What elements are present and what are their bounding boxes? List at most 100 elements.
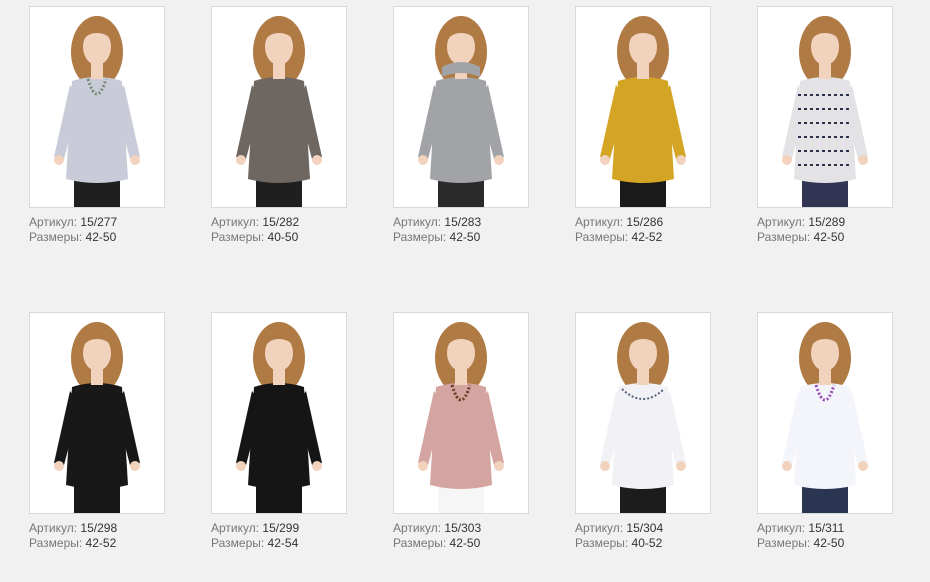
article-line: Артикул: 15/277: [29, 215, 165, 230]
article-label: Артикул:: [29, 521, 78, 535]
sizes-label: Размеры:: [393, 536, 447, 550]
article-label: Артикул:: [393, 215, 442, 229]
sizes-line: Размеры: 42-54: [211, 536, 347, 551]
article-label: Артикул:: [393, 521, 442, 535]
article-label: Артикул:: [757, 521, 806, 535]
article-value: 15/311: [808, 521, 845, 535]
sizes-value: 42-52: [85, 536, 117, 550]
article-line: Артикул: 15/299: [211, 521, 347, 536]
article-line: Артикул: 15/286: [575, 215, 711, 230]
product-card[interactable]: Артикул: 15/303 Размеры: 42-50: [393, 312, 529, 551]
product-photo[interactable]: [29, 312, 165, 514]
sizes-value: 42-50: [813, 536, 845, 550]
sizes-line: Размеры: 42-52: [29, 536, 165, 551]
product-card[interactable]: Артикул: 15/289 Размеры: 42-50: [757, 6, 893, 245]
sizes-value: 42-54: [267, 536, 299, 550]
sizes-line: Размеры: 40-52: [575, 536, 711, 551]
sizes-line: Размеры: 42-50: [757, 230, 893, 245]
sizes-value: 42-50: [449, 230, 481, 244]
product-info: Артикул: 15/286 Размеры: 42-52: [575, 215, 711, 245]
article-label: Артикул:: [757, 215, 806, 229]
product-photo[interactable]: [575, 6, 711, 208]
product-photo[interactable]: [211, 6, 347, 208]
article-value: 15/299: [262, 521, 300, 535]
sizes-label: Размеры:: [211, 230, 265, 244]
article-label: Артикул:: [211, 215, 260, 229]
article-line: Артикул: 15/289: [757, 215, 893, 230]
sizes-label: Размеры:: [575, 230, 629, 244]
article-value: 15/304: [626, 521, 664, 535]
sizes-label: Размеры:: [757, 230, 811, 244]
product-card[interactable]: Артикул: 15/299 Размеры: 42-54: [211, 312, 347, 551]
sizes-label: Размеры:: [211, 536, 265, 550]
article-value: 15/277: [80, 215, 118, 229]
model-figure: [54, 322, 140, 513]
model-figure: [236, 16, 322, 207]
sizes-line: Размеры: 42-52: [575, 230, 711, 245]
product-card[interactable]: Артикул: 15/311 Размеры: 42-50: [757, 312, 893, 551]
product-info: Артикул: 15/289 Размеры: 42-50: [757, 215, 893, 245]
model-figure: [600, 16, 686, 207]
article-line: Артикул: 15/283: [393, 215, 529, 230]
product-photo[interactable]: [211, 312, 347, 514]
article-value: 15/286: [626, 215, 664, 229]
sizes-line: Размеры: 42-50: [757, 536, 893, 551]
product-info: Артикул: 15/303 Размеры: 42-50: [393, 521, 529, 551]
article-label: Артикул:: [575, 521, 624, 535]
model-figure: [782, 16, 868, 207]
sizes-value: 42-50: [813, 230, 845, 244]
product-gallery: Артикул: 15/277 Размеры: 42-50 Артикул: …: [0, 0, 930, 582]
sizes-value: 42-50: [85, 230, 117, 244]
article-line: Артикул: 15/311: [757, 521, 893, 536]
sizes-line: Размеры: 40-50: [211, 230, 347, 245]
product-photo[interactable]: [575, 312, 711, 514]
product-info: Артикул: 15/311 Размеры: 42-50: [757, 521, 893, 551]
sizes-value: 42-50: [449, 536, 481, 550]
model-figure: [600, 322, 686, 513]
model-figure: [418, 322, 504, 513]
sizes-line: Размеры: 42-50: [393, 536, 529, 551]
article-label: Артикул:: [211, 521, 260, 535]
sizes-label: Размеры:: [29, 230, 83, 244]
product-info: Артикул: 15/304 Размеры: 40-52: [575, 521, 711, 551]
article-value: 15/282: [262, 215, 300, 229]
sizes-value: 40-52: [631, 536, 663, 550]
product-card[interactable]: Артикул: 15/286 Размеры: 42-52: [575, 6, 711, 245]
article-line: Артикул: 15/304: [575, 521, 711, 536]
article-line: Артикул: 15/298: [29, 521, 165, 536]
product-card[interactable]: Артикул: 15/304 Размеры: 40-52: [575, 312, 711, 551]
product-photo[interactable]: [757, 6, 893, 208]
sizes-line: Размеры: 42-50: [393, 230, 529, 245]
product-info: Артикул: 15/282 Размеры: 40-50: [211, 215, 347, 245]
product-photo[interactable]: [393, 6, 529, 208]
sizes-label: Размеры:: [757, 536, 811, 550]
article-value: 15/283: [444, 215, 482, 229]
sizes-line: Размеры: 42-50: [29, 230, 165, 245]
product-photo[interactable]: [29, 6, 165, 208]
product-card[interactable]: Артикул: 15/277 Размеры: 42-50: [29, 6, 165, 245]
sizes-label: Размеры:: [393, 230, 447, 244]
article-value: 15/289: [808, 215, 846, 229]
model-figure: [418, 16, 504, 207]
model-figure: [54, 16, 140, 207]
sizes-label: Размеры:: [575, 536, 629, 550]
product-info: Артикул: 15/283 Размеры: 42-50: [393, 215, 529, 245]
sizes-value: 42-52: [631, 230, 663, 244]
model-figure: [236, 322, 322, 513]
model-figure: [782, 322, 868, 513]
product-info: Артикул: 15/277 Размеры: 42-50: [29, 215, 165, 245]
article-line: Артикул: 15/303: [393, 521, 529, 536]
product-card[interactable]: Артикул: 15/283 Размеры: 42-50: [393, 6, 529, 245]
article-line: Артикул: 15/282: [211, 215, 347, 230]
sizes-label: Размеры:: [29, 536, 83, 550]
article-value: 15/298: [80, 521, 118, 535]
article-label: Артикул:: [575, 215, 624, 229]
article-value: 15/303: [444, 521, 482, 535]
product-info: Артикул: 15/299 Размеры: 42-54: [211, 521, 347, 551]
product-card[interactable]: Артикул: 15/282 Размеры: 40-50: [211, 6, 347, 245]
product-photo[interactable]: [757, 312, 893, 514]
product-info: Артикул: 15/298 Размеры: 42-52: [29, 521, 165, 551]
product-photo[interactable]: [393, 312, 529, 514]
product-card[interactable]: Артикул: 15/298 Размеры: 42-52: [29, 312, 165, 551]
article-label: Артикул:: [29, 215, 78, 229]
